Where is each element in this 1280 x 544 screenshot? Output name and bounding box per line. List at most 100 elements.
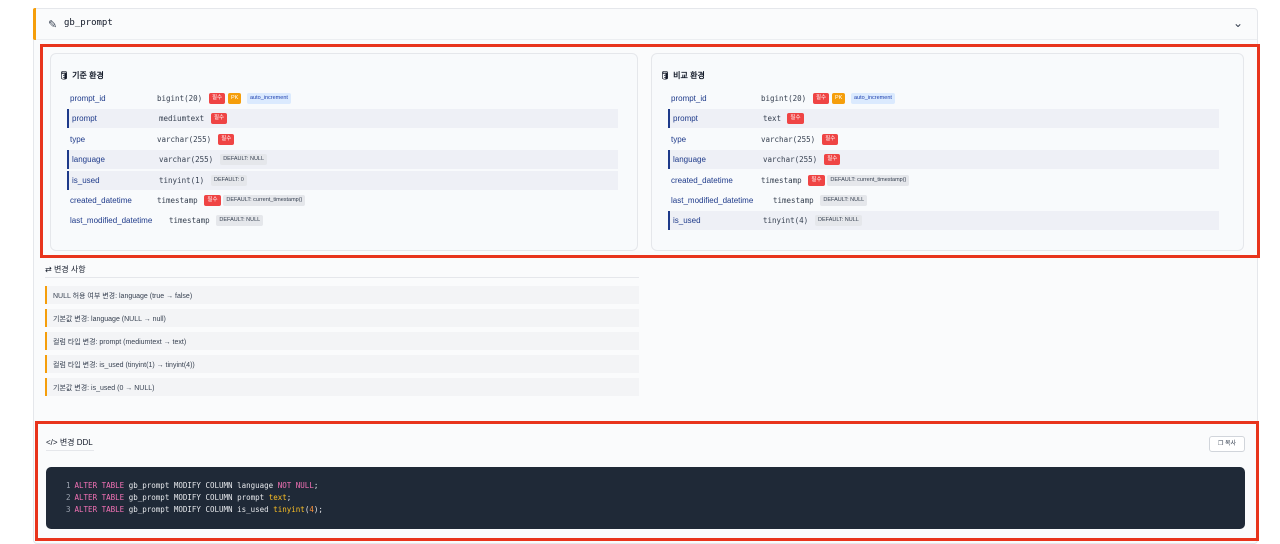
attribute-badge: auto_increment	[851, 93, 895, 104]
column-type: varchar(255)	[157, 134, 212, 144]
base-panel-title: 🛢 기준 환경	[59, 71, 104, 80]
column-type: mediumtext	[159, 114, 205, 124]
ddl-title: </> 변경 DDL	[46, 438, 93, 447]
change-item: 기본값 변경: language (NULL → null)	[45, 309, 639, 327]
column-name: created_datetime	[70, 196, 132, 205]
column-type: varchar(255)	[159, 155, 214, 165]
compare-panel: 🛢 비교 환경 prompt_id bigint(20) 필수 PK auto_incre…	[651, 53, 1244, 251]
change-item: NULL 허용 여부 변경: language (true → false)	[45, 286, 639, 304]
column-name: created_datetime	[671, 175, 733, 185]
column-name: is_used	[673, 216, 701, 226]
required-badge: 필수	[204, 195, 221, 206]
attribute-badge: DEFAULT: NULL	[820, 195, 868, 206]
copy-icon: ❐	[1217, 441, 1224, 447]
change-item: 컬럼 타입 변경: is_used (tinyint(1) → tinyint(…	[45, 355, 639, 373]
required-badge: 필수	[822, 133, 839, 145]
column-name: language	[72, 155, 105, 165]
column-name: language	[673, 155, 706, 165]
column-row: language varchar(255) DEFAULT: NULL	[67, 150, 618, 170]
attribute-badge: DEFAULT: NULL	[220, 154, 268, 166]
attribute-badge: auto_increment	[247, 93, 291, 104]
column-type: bigint(20)	[761, 94, 807, 103]
change-item: 컬럼 타입 변경: prompt (mediumtext → text)	[45, 332, 639, 350]
column-row: prompt_id bigint(20) 필수 PK auto_increment	[668, 89, 1219, 108]
column-row: is_used tinyint(4) DEFAULT: NULL	[668, 211, 1219, 231]
copy-button[interactable]: ❐ 복사	[1209, 436, 1245, 452]
card-header[interactable]: ✎ gb_prompt ⌄	[36, 9, 1257, 40]
required-badge: 필수	[211, 113, 228, 125]
changes-title: ⇄ 변경 사항	[45, 265, 86, 274]
required-badge: 필수	[218, 133, 235, 145]
column-row: type varchar(255) 필수	[67, 130, 618, 149]
code-line: 1 ALTER TABLE gb_prompt MODIFY COLUMN lan…	[66, 481, 319, 490]
pk-badge: PK	[832, 93, 846, 104]
table-name: gb_prompt	[64, 18, 113, 28]
base-panel: 🛢 기준 환경 prompt_id bigint(20) 필수 PK auto_incre…	[50, 53, 638, 251]
attribute-badge: DEFAULT: NULL	[815, 215, 862, 227]
column-name: prompt_id	[671, 94, 707, 103]
column-type: timestamp	[169, 216, 210, 226]
column-row: is_used tinyint(1) DEFAULT: 0	[67, 170, 618, 190]
column-name: type	[671, 134, 687, 144]
keyword: ALTER TABLE	[74, 505, 125, 514]
pencil-icon: ✎	[48, 19, 58, 31]
column-type: timestamp	[773, 196, 814, 205]
required-badge: 필수	[808, 174, 825, 186]
database-icon: 🛢	[59, 71, 70, 80]
column-row: last_modified_datetime timestamp DEFAULT: …	[668, 191, 1219, 210]
required-badge: 필수	[813, 93, 830, 104]
column-row: prompt mediumtext 필수	[67, 109, 618, 129]
column-type: timestamp	[761, 175, 802, 185]
attribute-badge: DEFAULT: NULL	[216, 215, 264, 227]
column-name: prompt	[72, 114, 97, 124]
column-row: created_datetime timestamp 필수 DEFAULT: curr…	[67, 191, 618, 210]
ddl-code-block: 1 ALTER TABLE gb_prompt MODIFY COLUMN lan…	[46, 467, 1245, 529]
divider	[46, 450, 94, 451]
attribute-badge: DEFAULT: current_timestamp()	[827, 174, 910, 186]
code-text: gb_prompt MODIFY COLUMN language	[124, 481, 278, 490]
column-type: text	[763, 114, 782, 124]
required-badge: 필수	[824, 154, 841, 166]
line-number: 2	[66, 493, 71, 502]
column-name: prompt	[673, 114, 698, 124]
pk-badge: PK	[228, 93, 242, 104]
line-number: 3	[66, 505, 71, 514]
column-row: last_modified_datetime timestamp DEFAULT: …	[67, 211, 618, 230]
column-name: last_modified_datetime	[70, 216, 153, 226]
line-number: 1	[66, 481, 71, 490]
code-text: gb_prompt MODIFY COLUMN is_used	[124, 505, 274, 514]
column-name: prompt_id	[70, 94, 106, 103]
database-icon: 🛢	[660, 71, 671, 80]
keyword: ALTER TABLE	[74, 493, 125, 502]
compare-panel-title: 🛢 비교 환경	[660, 71, 705, 80]
code-value: NOT NULL	[277, 481, 314, 490]
required-badge: 필수	[787, 113, 804, 125]
attribute-badge: DEFAULT: 0	[211, 174, 247, 186]
column-type: timestamp	[157, 196, 198, 205]
column-name: last_modified_datetime	[671, 196, 754, 205]
code-value: tinyint	[273, 505, 305, 514]
column-row: prompt_id bigint(20) 필수 PK auto_increment	[67, 89, 618, 108]
column-row: created_datetime timestamp 필수 DEFAULT: curr…	[668, 171, 1219, 190]
column-type: tinyint(4)	[763, 216, 809, 226]
column-row: prompt text 필수	[668, 109, 1219, 129]
column-row: language varchar(255) 필수	[668, 150, 1219, 170]
chevron-down-icon[interactable]: ⌄	[1233, 16, 1243, 30]
column-type: tinyint(1)	[159, 175, 205, 185]
required-badge: 필수	[209, 93, 226, 104]
swap-icon: ⇄	[45, 265, 52, 274]
change-item: 기본값 변경: is_used (0 → NULL)	[45, 378, 639, 396]
column-type: varchar(255)	[763, 155, 818, 165]
code-line: 3 ALTER TABLE gb_prompt MODIFY COLUMN is_…	[66, 505, 323, 514]
code-line: 2 ALTER TABLE gb_prompt MODIFY COLUMN pro…	[66, 493, 292, 502]
column-name: is_used	[72, 175, 100, 185]
column-type: varchar(255)	[761, 134, 816, 144]
code-text: gb_prompt MODIFY COLUMN prompt	[124, 493, 269, 502]
code-value: text	[268, 493, 287, 502]
column-row: type varchar(255) 필수	[668, 130, 1219, 149]
column-name: type	[70, 134, 86, 144]
code-icon: </>	[46, 438, 58, 447]
column-type: bigint(20)	[157, 94, 203, 103]
keyword: ALTER TABLE	[74, 481, 125, 490]
divider	[45, 277, 639, 278]
